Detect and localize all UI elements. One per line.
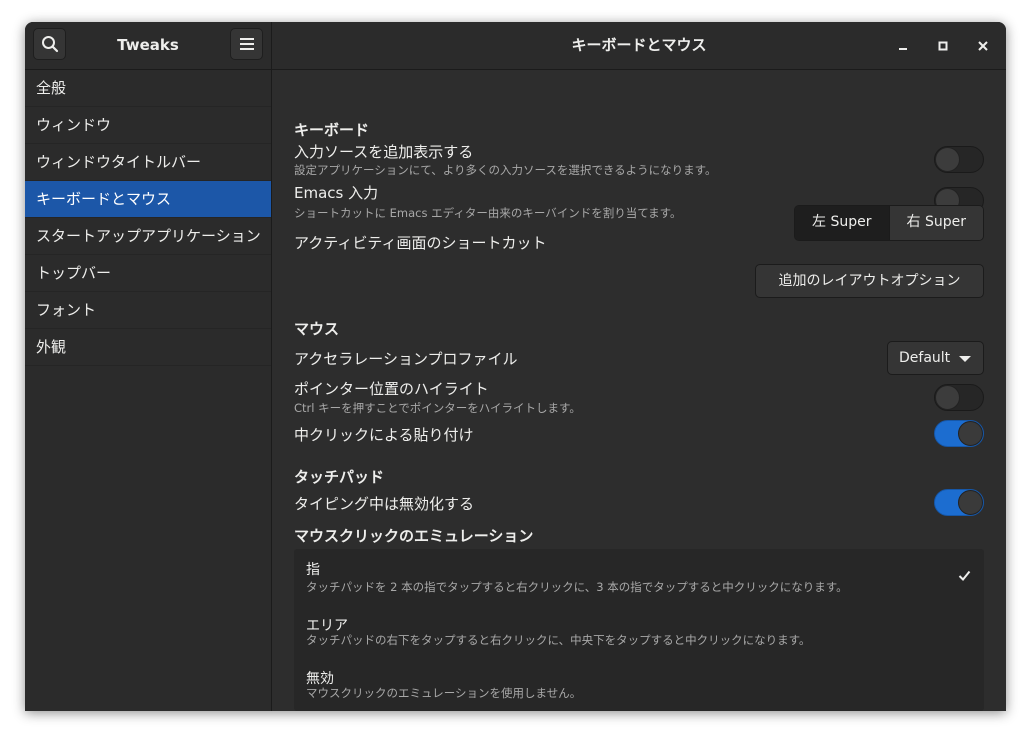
pointer-highlight-switch[interactable]	[934, 384, 984, 411]
acceleration-profile-value: Default	[899, 350, 951, 366]
pointer-highlight-desc: Ctrl キーを押すことでポインターをハイライトします。	[294, 401, 581, 415]
acceleration-profile-dropdown[interactable]: Default	[887, 341, 984, 375]
settings-panel: キーボード 入力ソースを追加表示する 設定アプリケーションにて、より多くの入力ソ…	[272, 70, 1006, 711]
maximize-icon	[938, 41, 948, 51]
sidebar-item-general[interactable]: 全般	[25, 70, 271, 107]
additional-layout-options-button[interactable]: 追加のレイアウトオプション	[755, 264, 984, 298]
sidebar-title: Tweaks	[117, 36, 179, 54]
left-super-button[interactable]: 左 Super	[795, 206, 889, 240]
search-icon	[41, 36, 58, 53]
mouse-section-title: マウス	[294, 320, 340, 338]
menu-button[interactable]	[230, 28, 263, 60]
touchpad-section-title: タッチパッド	[294, 468, 385, 486]
sidebar-item-window-titlebars[interactable]: ウィンドウタイトルバー	[25, 144, 271, 181]
hamburger-icon	[239, 38, 254, 50]
maximize-button[interactable]	[932, 35, 954, 57]
click-emulation-option-disabled[interactable]: 無効 マウスクリックのエミュレーションを使用しません。	[294, 655, 984, 711]
sidebar-item-appearance[interactable]: 外観	[25, 329, 271, 366]
pointer-highlight-label: ポインター位置のハイライト	[294, 380, 489, 398]
middle-click-paste-label: 中クリックによる貼り付け	[294, 426, 474, 444]
click-emulation-option-fingers[interactable]: 指 タッチパッドを 2 本の指でタップすると右クリックに、3 本の指でタップする…	[294, 549, 984, 602]
right-super-button[interactable]: 右 Super	[888, 206, 983, 240]
emacs-input-label: Emacs 入力	[294, 184, 379, 202]
disable-while-typing-label: タイピング中は無効化する	[294, 495, 475, 513]
minimize-icon	[899, 48, 907, 50]
acceleration-profile-label: アクセラレーションプロファイル	[294, 350, 518, 368]
header-bar: Tweaks キーボードとマウス	[25, 22, 1006, 70]
option-desc: マウスクリックのエミュレーションを使用しません。	[306, 686, 582, 700]
overview-shortcut-selector: 左 Super 右 Super	[794, 205, 984, 241]
keyboard-section-title: キーボード	[294, 121, 370, 139]
click-emulation-section-title: マウスクリックのエミュレーション	[294, 527, 534, 545]
disable-while-typing-switch[interactable]	[934, 489, 984, 516]
sidebar-item-fonts[interactable]: フォント	[25, 292, 271, 329]
overview-shortcut-label: アクティビティ画面のショートカット	[294, 234, 547, 252]
option-desc: タッチパッドの右下をタップすると右クリックに、中央下をタップすると中クリックにな…	[306, 633, 811, 647]
close-icon	[978, 41, 988, 51]
sidebar-item-startup-applications[interactable]: スタートアップアプリケーション	[25, 218, 271, 255]
sidebar: 全般 ウィンドウ ウィンドウタイトルバー キーボードとマウス スタートアップアプ…	[25, 70, 272, 711]
emacs-input-desc: ショートカットに Emacs エディター由来のキーバインドを割り当てます。	[294, 206, 682, 220]
input-sources-desc: 設定アプリケーションにて、より多くの入力ソースを選択できるようになります。	[294, 163, 717, 177]
input-sources-switch[interactable]	[934, 146, 984, 173]
sidebar-item-keyboard-mouse[interactable]: キーボードとマウス	[25, 181, 271, 218]
checkmark-icon	[958, 570, 971, 581]
click-emulation-list: 指 タッチパッドを 2 本の指でタップすると右クリックに、3 本の指でタップする…	[294, 549, 984, 711]
search-button[interactable]	[33, 28, 66, 60]
tweaks-window: Tweaks キーボードとマウス 全般 ウィンドウ ウィンドウタイトルバー キー…	[25, 22, 1006, 711]
click-emulation-option-area[interactable]: エリア タッチパッドの右下をタップすると右クリックに、中央下をタップすると中クリ…	[294, 602, 984, 655]
input-sources-label: 入力ソースを追加表示する	[294, 143, 474, 161]
close-button[interactable]	[972, 35, 994, 57]
caret-down-icon	[959, 356, 971, 362]
sidebar-item-windows[interactable]: ウィンドウ	[25, 107, 271, 144]
sidebar-item-top-bar[interactable]: トップバー	[25, 255, 271, 292]
middle-click-paste-switch[interactable]	[934, 420, 984, 447]
sidebar-header: Tweaks	[25, 22, 272, 69]
minimize-button[interactable]	[892, 35, 914, 57]
option-title: 指	[306, 562, 320, 578]
option-desc: タッチパッドを 2 本の指でタップすると右クリックに、3 本の指でタップすると中…	[306, 580, 848, 594]
